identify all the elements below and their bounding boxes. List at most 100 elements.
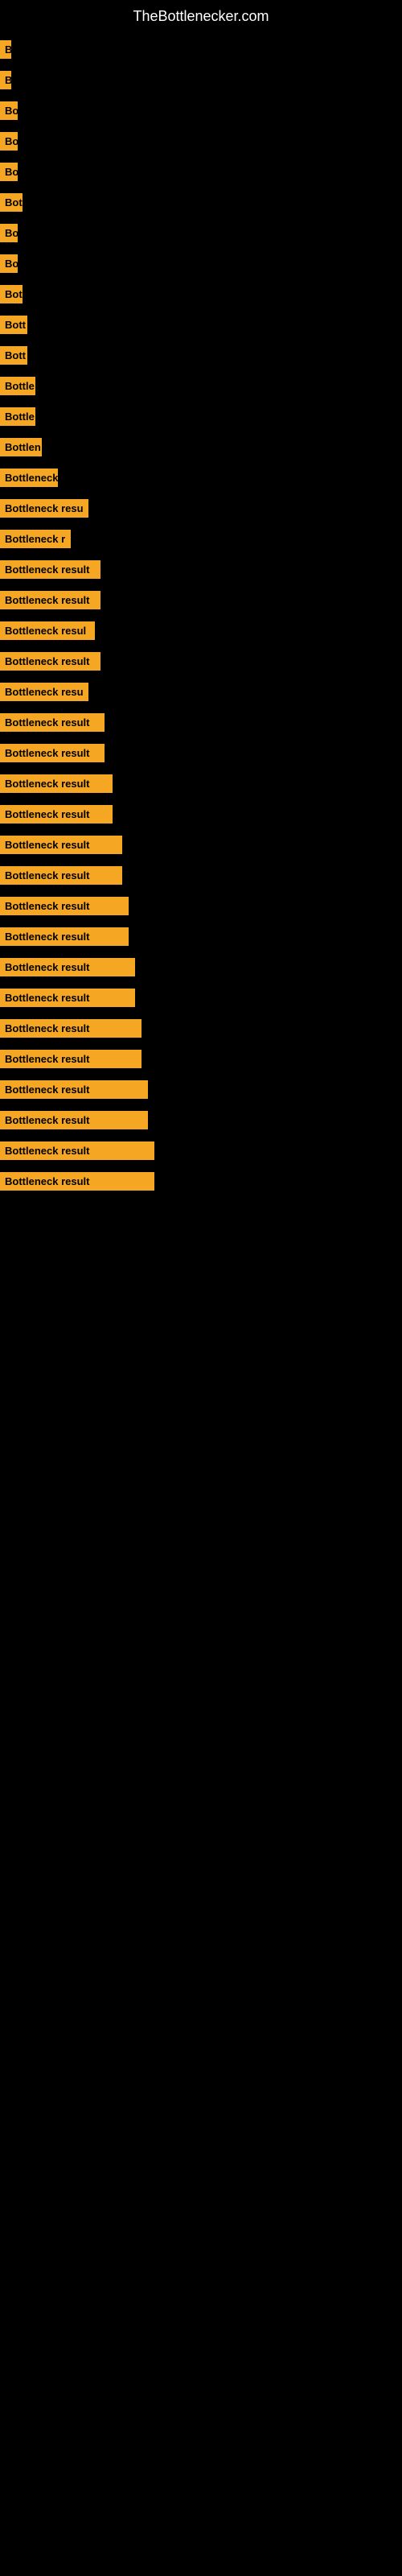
bottleneck-bar — [148, 1109, 402, 1130]
bottleneck-label: Bottle — [0, 407, 35, 426]
bottleneck-bar — [18, 100, 402, 121]
bottleneck-label: Bottleneck result — [0, 774, 113, 793]
bottleneck-bar — [148, 1079, 402, 1100]
list-item: Bottleneck result — [0, 924, 402, 948]
list-item: Bottlen — [0, 435, 402, 459]
bottleneck-bar — [27, 314, 402, 335]
bottleneck-label: Bottleneck result — [0, 713, 105, 732]
list-item: Bottleneck resul — [0, 618, 402, 642]
bottleneck-bar — [135, 956, 402, 977]
bottleneck-bar — [113, 803, 402, 824]
bottleneck-bar — [18, 253, 402, 274]
bottleneck-bar — [129, 926, 402, 947]
list-item: Bottleneck result — [0, 649, 402, 673]
list-item: Bo — [0, 98, 402, 122]
bottleneck-bar — [18, 130, 402, 151]
list-item: Bottleneck result — [0, 557, 402, 581]
list-item: Bottleneck result — [0, 588, 402, 612]
list-item: Bottleneck result — [0, 1016, 402, 1040]
bottleneck-label: Bottleneck result — [0, 1172, 154, 1191]
bottleneck-label: Bot — [0, 193, 23, 212]
bottleneck-bar — [129, 895, 402, 916]
list-item: Bo — [0, 221, 402, 245]
bottleneck-label: Bottleneck result — [0, 836, 122, 854]
bottleneck-label: B — [0, 40, 11, 59]
bottleneck-label: Bottleneck resul — [0, 621, 95, 640]
list-item: Bottleneck r — [0, 526, 402, 551]
bottleneck-bar — [105, 712, 402, 733]
bottleneck-label: Bottleneck result — [0, 897, 129, 915]
bottleneck-bar — [23, 283, 402, 304]
bottleneck-label: Bottleneck r — [0, 530, 71, 548]
list-item: Bottleneck result — [0, 894, 402, 918]
list-item: Bottleneck result — [0, 741, 402, 765]
bottleneck-bar — [142, 1018, 402, 1038]
bottleneck-label: Bottleneck result — [0, 866, 122, 885]
list-item: Bo — [0, 159, 402, 184]
list-item: Bottleneck resu — [0, 679, 402, 704]
bottleneck-label: Bottleneck result — [0, 1141, 154, 1160]
bottleneck-bar — [88, 497, 402, 518]
bottleneck-label: Bottleneck result — [0, 989, 135, 1007]
bottleneck-label: Bottleneck result — [0, 652, 100, 671]
bottleneck-label: Bottlen — [0, 438, 42, 456]
list-item: Bott — [0, 312, 402, 336]
bottleneck-bar — [100, 589, 402, 610]
bottleneck-bar — [142, 1048, 402, 1069]
bottleneck-bar — [100, 650, 402, 671]
bottleneck-bar — [11, 69, 402, 90]
bottleneck-label: Bo — [0, 163, 18, 181]
bottleneck-label: Bottleneck result — [0, 1080, 148, 1099]
bottleneck-bar — [35, 406, 402, 427]
list-item: Bottle — [0, 404, 402, 428]
list-item: Bottleneck resu — [0, 496, 402, 520]
bottleneck-label: Bottleneck resu — [0, 683, 88, 701]
list-item: Bottleneck result — [0, 771, 402, 795]
bottleneck-label: Bo — [0, 132, 18, 151]
bottleneck-bar — [154, 1170, 402, 1191]
bottleneck-label: Bottleneck result — [0, 1111, 148, 1129]
list-item: Bottleneck result — [0, 863, 402, 887]
bottleneck-label: Bottleneck result — [0, 927, 129, 946]
bottleneck-bar — [154, 1140, 402, 1161]
bottleneck-bar — [11, 39, 402, 60]
bottleneck-label: B — [0, 71, 11, 89]
bottleneck-label: Bottleneck result — [0, 958, 135, 976]
bottleneck-bar — [122, 834, 402, 855]
bottleneck-bar — [95, 620, 402, 641]
bottleneck-bar — [18, 222, 402, 243]
list-item: Bottle — [0, 374, 402, 398]
bottleneck-label: Bot — [0, 285, 23, 303]
bottleneck-label: Bott — [0, 316, 27, 334]
bottleneck-bar — [18, 161, 402, 182]
bottleneck-label: Bottleneck result — [0, 805, 113, 824]
bottleneck-bar — [100, 559, 402, 580]
bottleneck-label: Bottleneck — [0, 469, 58, 487]
bottleneck-label: Bottleneck result — [0, 744, 105, 762]
bottleneck-label: Bo — [0, 224, 18, 242]
bottleneck-bar — [113, 773, 402, 794]
list-item: Bo — [0, 129, 402, 153]
site-title-text: TheBottlenecker.com — [0, 0, 402, 29]
bottleneck-label: Bott — [0, 346, 27, 365]
list-item: Bottleneck result — [0, 1169, 402, 1193]
list-item: B — [0, 37, 402, 61]
bottleneck-label: Bottleneck result — [0, 560, 100, 579]
bottleneck-label: Bo — [0, 254, 18, 273]
items-container: BB Bo Bo Bo Bot Bo Bo Bot Bott Bott Bottle Bottle Bo… — [0, 29, 402, 1208]
bottleneck-bar — [35, 375, 402, 396]
list-item: Bott — [0, 343, 402, 367]
bottleneck-label: Bo — [0, 101, 18, 120]
bottleneck-bar — [122, 865, 402, 886]
bottleneck-bar — [42, 436, 402, 457]
list-item: Bottleneck result — [0, 1046, 402, 1071]
bottleneck-bar — [27, 345, 402, 365]
list-item: Bottleneck result — [0, 1108, 402, 1132]
list-item: Bottleneck — [0, 465, 402, 489]
bottleneck-label: Bottleneck resu — [0, 499, 88, 518]
list-item: Bottleneck result — [0, 802, 402, 826]
bottleneck-label: Bottleneck result — [0, 1050, 142, 1068]
list-item: Bottleneck result — [0, 1077, 402, 1101]
list-item: B — [0, 68, 402, 92]
bottleneck-bar — [88, 681, 402, 702]
